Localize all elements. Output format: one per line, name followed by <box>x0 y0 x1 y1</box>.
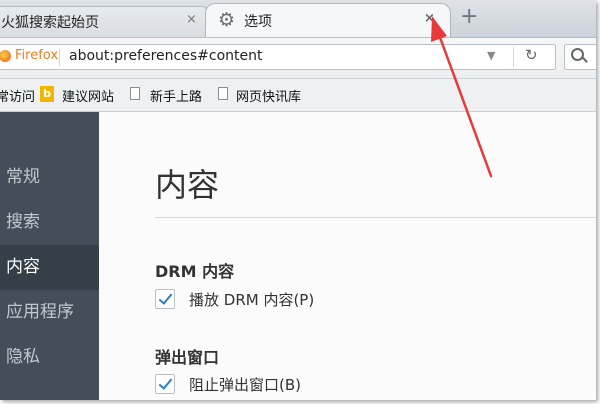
annotation-arrow-head <box>431 16 447 42</box>
annotation-arrow <box>431 16 493 178</box>
browser-window: 火狐搜索起始页 × ⚙ 选项 × + Firefox about:prefere… <box>0 0 596 400</box>
annotation-arrow-shaft <box>436 30 493 178</box>
